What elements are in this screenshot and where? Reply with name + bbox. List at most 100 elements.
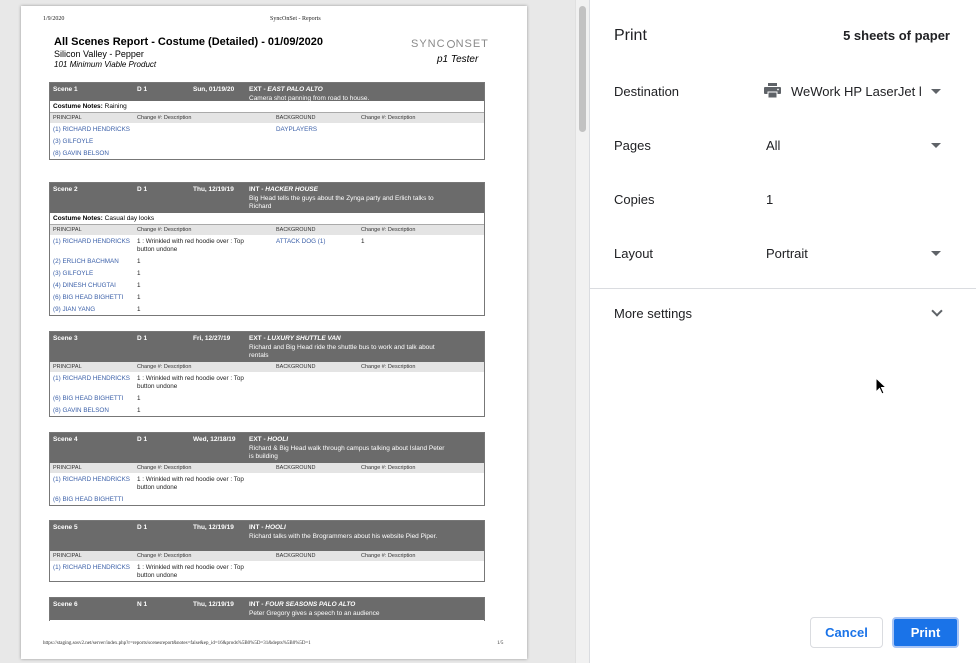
scene-description: Camera shot panning from road to house. [249,95,370,102]
costume-notes: Costume Notes: Casual day looks [50,213,484,225]
character-row: (8) GAVIN BELSON [50,147,484,159]
scene-header-bar: Scene 2 D 1 Thu, 12/19/19 INT - HACKER HOUS… [50,183,484,213]
character-row: (1) RICHARD HENDRICKS 1 : Wrinkled with r… [50,235,484,255]
page-header-title: SyncOnSet - Reports [270,16,321,22]
report-episode: 101 Minimum Viable Product [54,60,157,69]
principal-name[interactable]: (1) RICHARD HENDRICKS [53,564,130,571]
background-header: BACKGROUND [276,553,316,559]
principal-name[interactable]: (6) BIG HEAD BIGHETTI [53,294,123,301]
character-row: (1) RICHARD HENDRICKS DAYPLAYERS [50,123,484,135]
scene-number: Scene 3 [53,335,78,342]
column-header-row: PRINCIPAL Change #: Description BACKGROUND… [50,225,484,235]
scene-location: INT - HOOLI [249,524,286,531]
scene-header-bar: Scene 3 D 1 Fri, 12/27/19 EXT - LUXURY SHUT… [50,332,484,362]
principal-name[interactable]: (2) ERLICH BACHMAN [53,258,119,265]
principal-name[interactable]: (9) JIAN YANG [53,306,95,313]
principal-name[interactable]: (1) RICHARD HENDRICKS [53,375,130,382]
character-row: (8) GAVIN BELSON 1 [50,404,484,416]
page-footer-url: https://staging.sosv2.net/server/index.p… [43,641,311,646]
principal-name[interactable]: (8) GAVIN BELSON [53,407,109,414]
scene-number: Scene 6 [53,601,78,608]
scene-day: D 1 [137,524,148,531]
change-description: 1 [137,395,141,402]
principal-name[interactable]: (6) BIG HEAD BIGHETTI [53,395,123,402]
principal-header: PRINCIPAL [53,115,82,121]
scene-location: INT - FOUR SEASONS PALO ALTO [249,601,356,608]
chevron-down-icon[interactable] [931,89,941,94]
principal-header: PRINCIPAL [53,553,82,559]
background-header: BACKGROUND [276,364,316,370]
scene-day: D 1 [137,186,148,193]
principal-name[interactable]: (1) RICHARD HENDRICKS [53,476,130,483]
change-header: Change #: Description [361,553,416,559]
column-header-row: PRINCIPAL Change #: Description BACKGROUND… [50,463,484,473]
destination-select[interactable]: WeWork HP LaserJet l [791,84,923,99]
principal-name[interactable]: (8) GAVIN BELSON [53,150,109,157]
change-header: Change #: Description [137,364,192,370]
principal-header: PRINCIPAL [53,227,82,233]
scene-number: Scene 5 [53,524,78,531]
preview-scrollbar[interactable] [575,0,589,663]
cancel-button[interactable]: Cancel [810,617,883,648]
scene-number: Scene 4 [53,436,78,443]
page-header-date: 1/9/2020 [43,16,65,22]
change-description: 1 [137,306,141,313]
panel-title: Print [614,27,647,44]
scene-location: EXT - EAST PALO ALTO [249,86,323,93]
background-header: BACKGROUND [276,227,316,233]
background-name[interactable]: DAYPLAYERS [276,126,317,133]
background-name[interactable]: ATTACK DOG (1) [276,238,325,245]
principal-header: PRINCIPAL [53,364,82,370]
pages-label: Pages [614,138,651,153]
principal-name[interactable]: (6) BIG HEAD BIGHETTI [53,496,123,503]
background-header: BACKGROUND [276,115,316,121]
change-header: Change #: Description [137,465,192,471]
copies-label: Copies [614,192,655,207]
principal-header: PRINCIPAL [53,465,82,471]
principal-name[interactable]: (1) RICHARD HENDRICKS [53,238,130,245]
change-description: 1 [137,407,141,414]
change-description: 1 : Wrinkled with red hoodie over : Top … [137,238,244,253]
principal-name[interactable]: (3) GILFOYLE [53,138,93,145]
scene-header-bar: Scene 5 D 1 Thu, 12/19/19 INT - HOOLI Richar… [50,521,484,551]
background-change: 1 [361,238,365,245]
scene-date: Fri, 12/27/19 [193,335,231,342]
scene-day: N 1 [137,601,148,608]
report-title: All Scenes Report - Costume (Detailed) -… [54,36,323,48]
scene-block: Scene 2 D 1 Thu, 12/19/19 INT - HACKER HOUS… [49,182,485,316]
chevron-down-icon[interactable] [931,251,941,256]
scrollbar-thumb[interactable] [579,6,586,132]
sheet-count: 5 sheets of paper [843,28,950,43]
character-row: (6) BIG HEAD BIGHETTI [50,493,484,505]
principal-name[interactable]: (1) RICHARD HENDRICKS [53,126,130,133]
change-description: 1 [137,270,141,277]
print-button[interactable]: Print [892,617,959,648]
character-row: (1) RICHARD HENDRICKS 1 : Wrinkled with r… [50,372,484,392]
layout-select[interactable]: Portrait [766,246,808,261]
scene-header-bar: Scene 6 N 1 Thu, 12/19/19 INT - FOUR SEASON… [50,598,484,620]
scene-description: Richard & Big Head walk through campus t… [249,445,445,460]
character-row: (6) BIG HEAD BIGHETTI 1 [50,291,484,303]
character-row: (3) GILFOYLE 1 [50,267,484,279]
scene-date: Thu, 12/19/19 [193,524,234,531]
chevron-down-icon[interactable] [931,143,941,148]
scene-description: Richard and Big Head ride the shuttle bu… [249,344,435,359]
scene-block: Scene 4 D 1 Wed, 12/18/19 EXT - HOOLI Richar… [49,432,485,506]
character-row: (1) RICHARD HENDRICKS 1 : Wrinkled with r… [50,473,484,493]
page-footer-number: 1/5 [497,641,504,646]
principal-name[interactable]: (3) GILFOYLE [53,270,93,277]
mouse-cursor-icon [875,377,887,395]
expand-chevron-icon[interactable] [931,305,943,317]
change-header: Change #: Description [137,553,192,559]
scene-date: Thu, 12/19/19 [193,186,234,193]
scene-header-bar: Scene 4 D 1 Wed, 12/18/19 EXT - HOOLI Richar… [50,433,484,463]
principal-name[interactable]: (4) DINESH CHUGTAI [53,282,116,289]
change-description: 1 [137,294,141,301]
column-header-row: PRINCIPAL Change #: Description BACKGROUND… [50,113,484,123]
scene-block: Scene 1 D 1 Sun, 01/19/20 EXT - EAST PALO A… [49,82,485,160]
more-settings-toggle[interactable]: More settings [614,306,692,321]
pages-select[interactable]: All [766,138,780,153]
column-header-row: PRINCIPAL Change #: Description BACKGROUND… [50,362,484,372]
copies-input[interactable]: 1 [766,192,773,207]
character-row: (2) ERLICH BACHMAN 1 [50,255,484,267]
